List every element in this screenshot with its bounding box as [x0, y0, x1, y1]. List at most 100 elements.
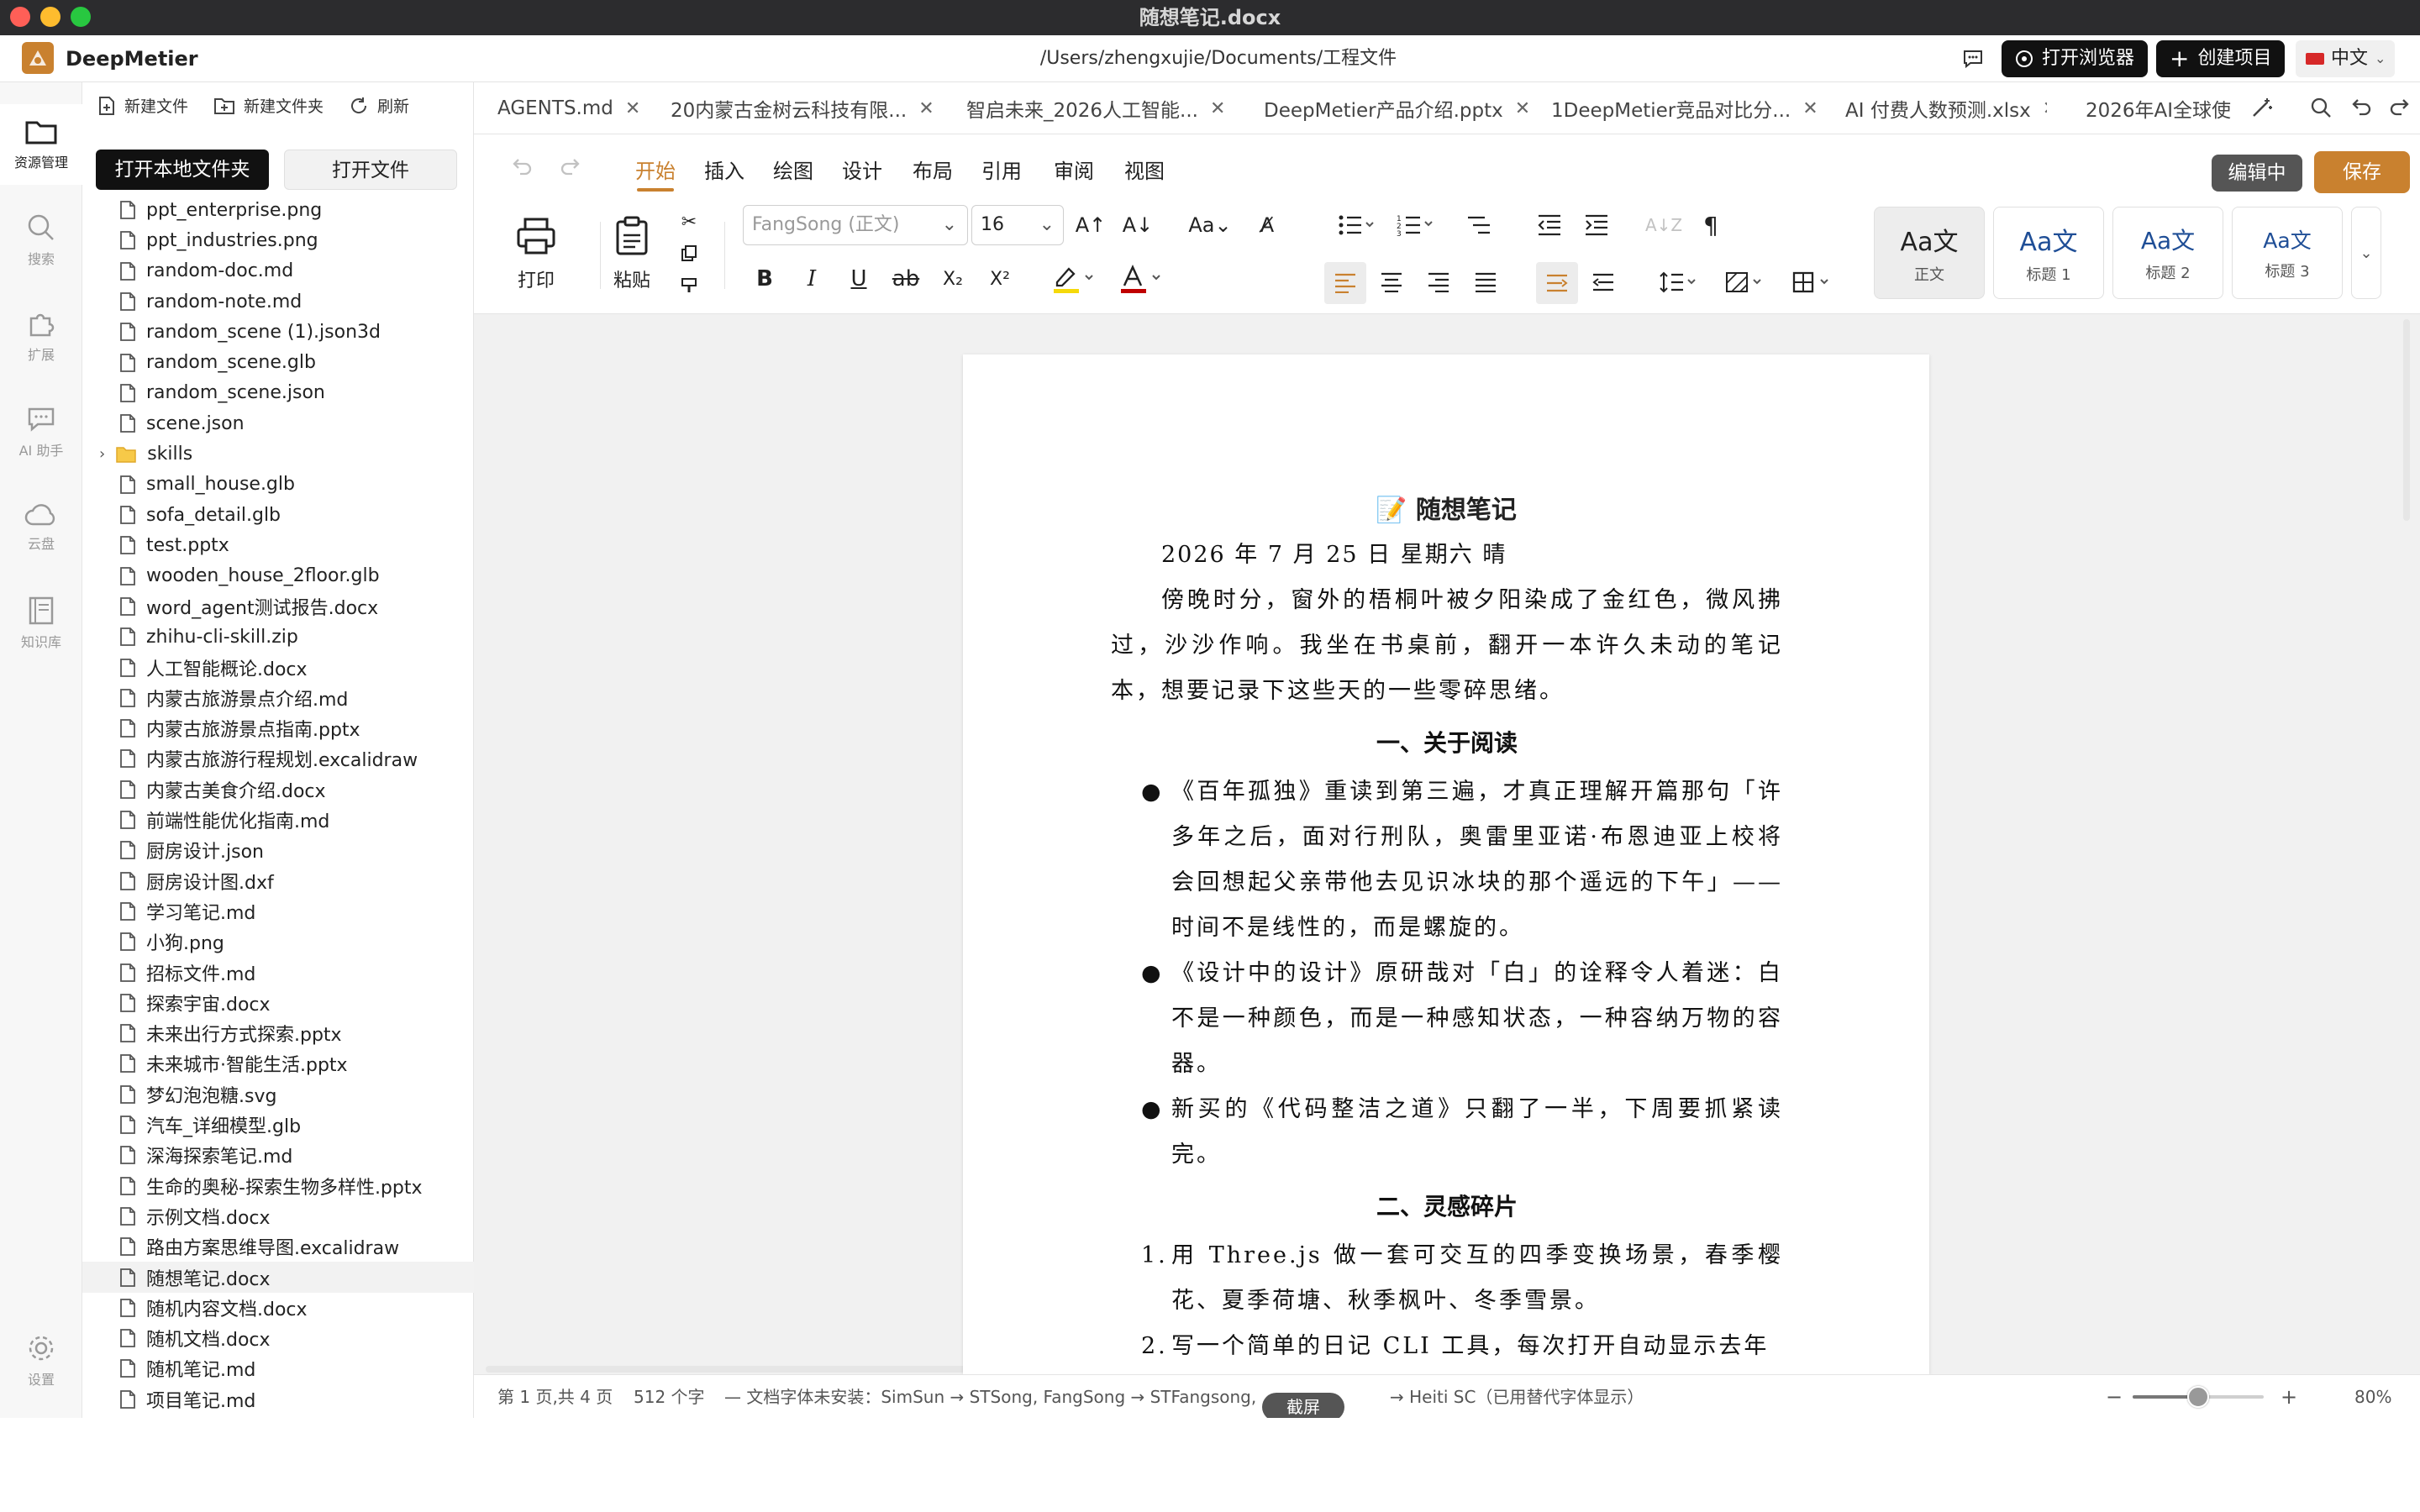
subscript-button[interactable]: X₂ — [936, 262, 970, 296]
increase-indent-icon[interactable] — [1580, 208, 1613, 242]
print-button[interactable]: 打印 — [502, 215, 570, 292]
file-item[interactable]: 内蒙古旅游行程规划.excalidraw — [82, 743, 474, 774]
rail-search[interactable]: 搜索 — [0, 200, 82, 281]
justify-button[interactable] — [1469, 265, 1502, 299]
tab-competitor-analysis[interactable]: 1DeepMetier竞品对比分... ✕ — [1551, 82, 1835, 134]
grow-font-icon[interactable]: A↑ — [1074, 208, 1107, 242]
superscript-button[interactable]: X² — [983, 262, 1017, 296]
document-page[interactable]: 📝 随想笔记 2026 年 7 月 25 日 星期六 晴 傍晚时分，窗外的梧桐叶… — [963, 354, 1929, 1374]
file-item[interactable]: 随机文档.docx — [82, 1323, 474, 1353]
tab-ai-future[interactable]: 智启未来_2026人工智能... ✕ — [966, 82, 1247, 134]
shading-icon[interactable] — [1723, 265, 1766, 299]
rtl-direction-button[interactable] — [1586, 265, 1620, 299]
file-item[interactable]: 探索宇宙.docx — [82, 988, 474, 1018]
zoom-slider-handle[interactable] — [2187, 1386, 2209, 1408]
ribbon-tab-layout[interactable]: 布局 — [913, 155, 953, 184]
file-item[interactable]: ppt_industries.png — [82, 225, 474, 255]
tab-jinshuyun[interactable]: 20内蒙古金树云科技有限... ✕ — [671, 82, 948, 134]
file-item[interactable]: 内蒙古美食介绍.docx — [82, 774, 474, 805]
file-item[interactable]: 梦幻泡泡糖.svg — [82, 1079, 474, 1110]
close-icon[interactable]: ✕ — [1210, 98, 1225, 119]
copy-icon[interactable] — [672, 237, 706, 270]
search-icon[interactable] — [2309, 96, 2333, 119]
font-family-select[interactable]: FangSong (正文) ⌄ — [743, 205, 968, 245]
file-item[interactable]: 厨房设计图.dxf — [82, 866, 474, 896]
file-item[interactable]: random-note.md — [82, 286, 474, 317]
bullet-list-icon[interactable] — [1334, 208, 1378, 242]
numbered-list-icon[interactable]: 123 — [1393, 208, 1437, 242]
line-spacing-icon[interactable] — [1657, 265, 1701, 299]
file-item[interactable]: 未来出行方式探索.pptx — [82, 1018, 474, 1048]
underline-button[interactable]: U — [842, 262, 876, 296]
file-item[interactable]: 内蒙古旅游景点介绍.md — [82, 683, 474, 713]
zoom-slider[interactable] — [2133, 1386, 2264, 1408]
new-folder-button[interactable]: 新建文件夹 — [213, 94, 324, 117]
canvas-scrollbar[interactable] — [2403, 319, 2410, 521]
clear-format-icon[interactable]: A̸ — [1250, 208, 1284, 242]
style-heading-2[interactable]: Aa文 标题 2 — [2112, 207, 2223, 299]
close-icon[interactable]: ✕ — [2043, 98, 2047, 119]
redo-icon[interactable] — [558, 155, 583, 180]
ribbon-tab-view[interactable]: 视图 — [1124, 155, 1165, 184]
file-item[interactable]: zhihu-cli-skill.zip — [82, 622, 474, 652]
font-size-select[interactable]: 16 ⌄ — [971, 205, 1064, 245]
open-browser-button[interactable]: 打开浏览器 — [2002, 40, 2149, 77]
tab-product-intro[interactable]: DeepMetier产品介绍.pptx ✕ — [1264, 82, 1544, 134]
file-item[interactable]: 随机笔记.md — [82, 1353, 474, 1383]
format-painter-icon[interactable] — [672, 269, 706, 302]
file-item[interactable]: 随想笔记.docx — [82, 1262, 474, 1293]
file-item[interactable]: sofa_detail.glb — [82, 500, 474, 530]
rail-extensions[interactable]: 扩展 — [0, 296, 82, 376]
file-item[interactable]: 人工智能概论.docx — [82, 652, 474, 682]
folder-item[interactable]: › skills — [82, 438, 474, 469]
italic-button[interactable]: I — [795, 262, 829, 296]
file-item[interactable]: 随机内容文档.docx — [82, 1293, 474, 1323]
style-heading-3[interactable]: Aa文 标题 3 — [2232, 207, 2343, 299]
file-item[interactable]: 生命的奥秘-探索生物多样性.pptx — [82, 1171, 474, 1201]
file-item[interactable]: random-doc.md — [82, 256, 474, 286]
file-item[interactable]: random_scene (1).json3d — [82, 317, 474, 347]
decrease-indent-icon[interactable] — [1533, 208, 1566, 242]
ribbon-tab-home[interactable]: 开始 — [635, 155, 676, 192]
ribbon-tab-review[interactable]: 审阅 — [1054, 155, 1094, 184]
undo-icon[interactable] — [509, 155, 534, 180]
file-item[interactable]: 汽车_详细模型.glb — [82, 1110, 474, 1140]
styles-expand[interactable]: ⌄ — [2351, 207, 2381, 299]
file-item[interactable]: random_scene.json — [82, 378, 474, 408]
file-item[interactable]: 内蒙古旅游景点指南.pptx — [82, 713, 474, 743]
save-button[interactable]: 保存 — [2314, 151, 2410, 193]
multilevel-list-icon[interactable] — [1462, 208, 1496, 242]
rail-cloud[interactable]: 云盘 — [0, 487, 82, 568]
file-item[interactable]: 未来城市·智能生活.pptx — [82, 1048, 474, 1079]
language-select[interactable]: 中文 ⌄ — [2296, 40, 2395, 77]
bold-button[interactable]: B — [748, 262, 781, 296]
tab-ai-forecast[interactable]: AI 付费人数预测.xlsx✕ — [1845, 82, 2047, 134]
zoom-level[interactable]: 80% — [2354, 1375, 2391, 1419]
file-item[interactable]: wooden_house_2floor.glb — [82, 561, 474, 591]
align-right-button[interactable] — [1422, 265, 1455, 299]
cut-icon[interactable]: ✂ — [672, 205, 706, 239]
show-marks-icon[interactable]: ¶ — [1694, 208, 1728, 242]
file-item[interactable]: random_scene.glb — [82, 347, 474, 377]
file-item[interactable]: scene.json — [82, 408, 474, 438]
chat-icon[interactable] — [1961, 47, 1985, 71]
style-heading-1[interactable]: Aa文 标题 1 — [1993, 207, 2104, 299]
open-file-button[interactable]: 打开文件 — [284, 150, 457, 190]
file-item[interactable]: ppt_enterprise.png — [82, 195, 474, 225]
ribbon-tab-references[interactable]: 引用 — [981, 155, 1022, 184]
close-icon[interactable]: ✕ — [1802, 98, 1818, 119]
file-item[interactable]: 深海探索笔记.md — [82, 1140, 474, 1170]
file-item[interactable]: 学习笔记.md — [82, 896, 474, 927]
close-icon[interactable]: ✕ — [1515, 98, 1530, 119]
zoom-out-button[interactable]: − — [2106, 1375, 2123, 1419]
ribbon-tab-insert[interactable]: 插入 — [704, 155, 744, 184]
font-color-button[interactable] — [1116, 262, 1166, 296]
rail-explorer[interactable]: 资源管理 — [0, 104, 82, 185]
close-icon[interactable]: ✕ — [918, 98, 934, 119]
file-item[interactable]: test.pptx — [82, 530, 474, 560]
style-normal[interactable]: Aa文 正文 — [1874, 207, 1985, 299]
highlight-color-button[interactable] — [1049, 262, 1099, 296]
paste-button[interactable]: 粘贴 — [598, 215, 666, 292]
file-item[interactable]: 招标文件.md — [82, 957, 474, 987]
file-item[interactable]: 厨房设计.json — [82, 835, 474, 865]
